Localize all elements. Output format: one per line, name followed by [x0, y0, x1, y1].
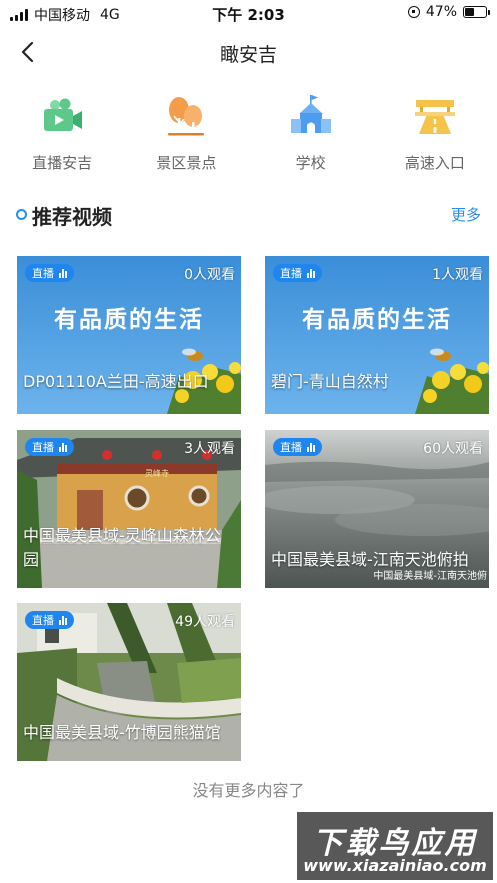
battery-percent: 47%: [425, 4, 457, 20]
live-badge-label: 直播: [32, 267, 54, 280]
viewer-count: 60人观看: [423, 441, 483, 457]
status-right: 47%: [407, 4, 490, 20]
video-title: 中国最美县域-灵峰山森林公园: [23, 526, 221, 569]
rotation-lock-icon: [407, 6, 420, 18]
live-bars-icon: [59, 615, 67, 625]
highway-icon: [414, 100, 455, 134]
live-bars-icon: [59, 442, 67, 452]
section-dot-icon: [16, 209, 27, 220]
live-badge-label: 直播: [280, 267, 302, 280]
battery-icon: [463, 6, 490, 18]
live-bars-icon: [307, 442, 315, 452]
no-more-text: 没有更多内容了: [192, 781, 305, 800]
video-card[interactable]: 有品质的生活 直播 1人观看 碧门-青山自然村: [265, 256, 489, 414]
category-bar: 直播安吉 景区景点 学校 高速入口: [0, 92, 497, 182]
live-badge: 直播: [25, 264, 74, 282]
nav-bar: 瞰安吉: [0, 30, 497, 74]
live-badge: 直播: [273, 438, 322, 456]
video-overlay-text: 中国最美县域-江南天池俯: [373, 571, 487, 582]
live-camera-icon: [44, 98, 83, 131]
category-live[interactable]: 直播安吉: [0, 92, 124, 182]
video-card[interactable]: 直播 49人观看 中国最美县域-竹博园熊猫馆: [17, 603, 241, 761]
category-label: 景区景点: [156, 154, 217, 172]
slogan-text: 有品质的生活: [302, 306, 452, 333]
viewer-count: 3人观看: [184, 441, 235, 457]
viewer-count: 0人观看: [184, 267, 235, 283]
status-bar: 中国移动 4G 下午 2:03 47%: [0, 0, 497, 26]
site-watermark: 下载鸟应用 www.xiazainiao.com: [297, 812, 493, 880]
slogan-text: 有品质的生活: [54, 306, 204, 333]
video-title: 碧门-青山自然村: [271, 372, 389, 391]
live-badge-label: 直播: [280, 441, 302, 454]
viewer-count: 49人观看: [175, 614, 235, 630]
school-icon: [290, 95, 331, 133]
live-badge: 直播: [25, 611, 74, 629]
video-card[interactable]: 直播 60人观看 中国最美县域-江南天池俯拍 中国最美县域-江南天池俯: [265, 430, 489, 588]
category-school[interactable]: 学校: [249, 92, 373, 182]
svg-text:灵峰寺: 灵峰寺: [145, 468, 169, 478]
watermark-url: www.xiazainiao.com: [303, 856, 487, 875]
category-label: 学校: [295, 154, 326, 172]
category-label: 直播安吉: [32, 154, 93, 172]
live-bars-icon: [307, 268, 315, 278]
page-title: 瞰安吉: [219, 44, 277, 66]
section-header: 推荐视频 更多: [16, 200, 481, 230]
category-label: 高速入口: [404, 154, 465, 172]
live-badge: 直播: [25, 438, 74, 456]
scenic-trees-icon: [168, 97, 205, 136]
live-badge-label: 直播: [32, 614, 54, 627]
video-title: 中国最美县域-竹博园熊猫馆: [23, 723, 221, 742]
video-card[interactable]: 有品质的生活 直播 0人观看 DP01110A兰田-高速出口: [17, 256, 241, 414]
category-scenic[interactable]: 景区景点: [124, 92, 248, 182]
viewer-count: 1人观看: [432, 267, 483, 283]
video-card[interactable]: 灵峰寺 直播 3人观看 中国最美县域-灵峰山森林公园: [17, 430, 241, 588]
section-title: 推荐视频: [32, 205, 112, 229]
live-badge-label: 直播: [32, 441, 54, 454]
category-highway[interactable]: 高速入口: [373, 92, 497, 182]
more-link[interactable]: 更多: [451, 204, 481, 225]
live-badge: 直播: [273, 264, 322, 282]
video-title: DP01110A兰田-高速出口: [23, 372, 209, 391]
live-bars-icon: [59, 268, 67, 278]
